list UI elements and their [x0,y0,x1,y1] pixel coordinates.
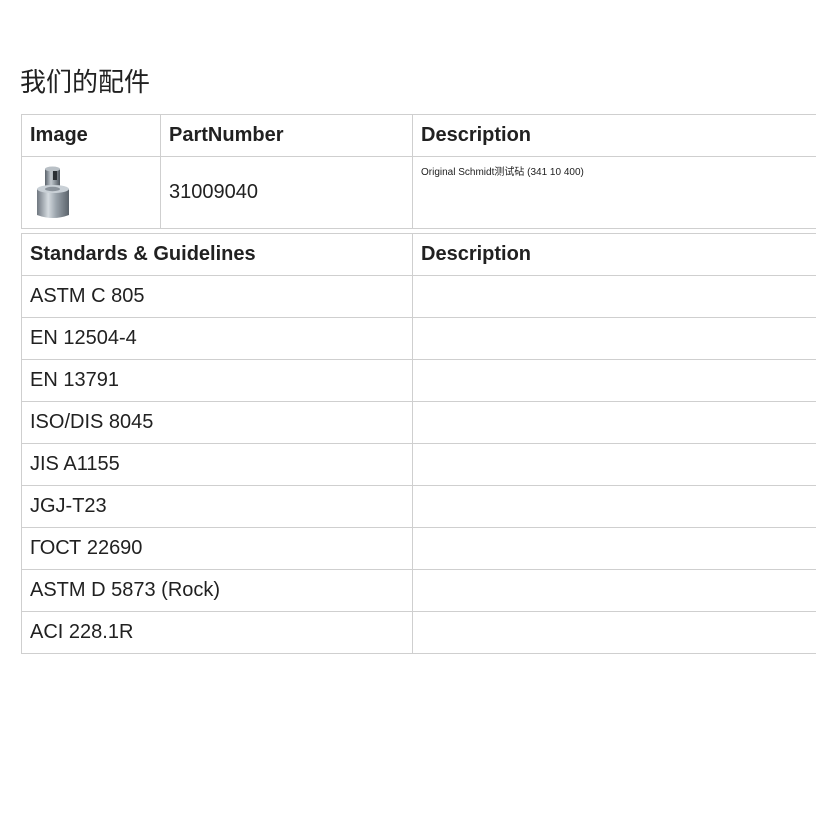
header-part-number: PartNumber [160,114,413,157]
table-row: 31009040 Original Schmidt测试砧 (341 10 400… [21,156,816,229]
part-image-cell [21,156,161,229]
standard-description [412,569,816,612]
standard-description [412,611,816,654]
table-row: ACI 228.1R [21,611,816,654]
test-anvil-image[interactable] [33,165,73,221]
standard-name: ASTM C 805 [21,275,413,318]
standard-description [412,275,816,318]
header-standards: Standards & Guidelines [21,233,413,276]
part-number: 31009040 [160,156,413,229]
table-row: JIS A1155 [21,443,816,486]
standard-name: EN 13791 [21,359,413,402]
standard-name: EN 12504-4 [21,317,413,360]
table-row: ISO/DIS 8045 [21,401,816,444]
header-description: Description [412,114,816,157]
table-row: EN 12504-4 [21,317,816,360]
parts-header-row: Image PartNumber Description [21,114,816,157]
header-standards-description: Description [412,233,816,276]
table-row: EN 13791 [21,359,816,402]
standard-name: ГОСТ 22690 [21,527,413,570]
standard-description [412,401,816,444]
standard-description [412,359,816,402]
standard-name: JIS A1155 [21,443,413,486]
table-row: ГОСТ 22690 [21,527,816,570]
standard-name: ACI 228.1R [21,611,413,654]
standard-description [412,527,816,570]
standard-description [412,317,816,360]
standards-header-row: Standards & Guidelines Description [21,233,816,276]
standards-table: Standards & Guidelines Description ASTM … [21,233,816,654]
standard-name: JGJ-T23 [21,485,413,528]
standard-description [412,485,816,528]
table-row: JGJ-T23 [21,485,816,528]
header-image: Image [21,114,161,157]
standard-name: ISO/DIS 8045 [21,401,413,444]
standard-name: ASTM D 5873 (Rock) [21,569,413,612]
parts-table: Image PartNumber Description 31009040 Or… [21,114,816,229]
part-description: Original Schmidt测试砧 (341 10 400) [412,156,816,229]
table-row: ASTM C 805 [21,275,816,318]
table-row: ASTM D 5873 (Rock) [21,569,816,612]
standard-description [412,443,816,486]
page-title: 我们的配件 [20,68,151,98]
